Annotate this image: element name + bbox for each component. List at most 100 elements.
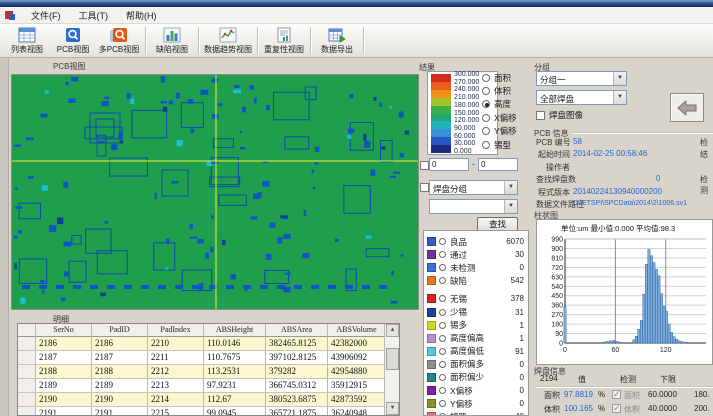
left-dock-strip[interactable] <box>0 58 9 416</box>
radio-icon[interactable] <box>439 309 446 316</box>
left-arrow-icon <box>676 100 698 116</box>
stat-item-通过[interactable]: 通过30 <box>424 248 528 261</box>
scrollbar-thumb[interactable] <box>386 348 399 370</box>
details-table-scrollbar[interactable]: ▲ ▼ <box>384 324 399 415</box>
radio-icon[interactable] <box>482 100 490 108</box>
stat-item-高度偏低[interactable]: 高度偏低91 <box>424 345 528 358</box>
stat-item-良品[interactable]: 良品6070 <box>424 235 528 248</box>
chevron-down-icon[interactable]: ▼ <box>613 72 626 85</box>
stat-item-X偏移[interactable]: X偏移0 <box>424 384 528 397</box>
stat-item-缺陷[interactable]: 缺陷542 <box>424 274 528 287</box>
table-row[interactable]: 219021902214112.67380523.687542873592 <box>18 393 384 407</box>
table-row[interactable]: 218721872211110.7675397102.812543906092 <box>18 351 384 365</box>
detect-checkbox[interactable] <box>612 390 621 399</box>
stat-item-未检测[interactable]: 未检测0 <box>424 261 528 274</box>
metric-option-高度[interactable]: 高度 <box>482 98 530 111</box>
radio-icon[interactable] <box>439 322 446 329</box>
stat-item-Y偏移[interactable]: Y偏移0 <box>424 397 528 410</box>
radio-icon[interactable] <box>439 387 446 394</box>
pcb-canvas[interactable] <box>11 74 419 310</box>
table-cell: 2211 <box>148 351 204 365</box>
radio-icon[interactable] <box>439 295 446 302</box>
range-from-input[interactable] <box>429 158 469 171</box>
details-table[interactable]: SerNoPadIDPadIndexABSHeightABSAreaABSVol… <box>17 323 400 416</box>
pads-dropdown-value: 全部焊盘 <box>540 93 574 105</box>
toolbar-button-trend-view[interactable]: 数据趋势视图 <box>202 25 254 57</box>
table-row[interactable]: 21892189221397.9231366745.031235912915 <box>18 379 384 393</box>
radio-icon[interactable] <box>439 361 446 368</box>
stat-item-锡多[interactable]: 锡多1 <box>424 319 528 332</box>
column-header-ABSVolume[interactable]: ABSVolume <box>328 324 384 337</box>
toolbar-button-multi-pcb-view[interactable]: 多PCB视图 <box>96 25 142 57</box>
radio-icon[interactable] <box>439 251 446 258</box>
stat-label: 良品 <box>450 236 467 248</box>
pads-dropdown[interactable]: 全部焊盘 ▼ <box>536 90 627 105</box>
radio-icon[interactable] <box>439 277 446 284</box>
scroll-up-icon[interactable]: ▲ <box>386 324 399 337</box>
chevron-down-icon[interactable]: ▼ <box>504 200 517 213</box>
metric-option-面积[interactable]: 面积 <box>482 71 530 84</box>
table-cell: 2213 <box>148 379 204 393</box>
scroll-down-icon[interactable]: ▼ <box>386 402 399 415</box>
group-dropdown[interactable]: 分组一 ▼ <box>536 71 627 86</box>
svg-text:0: 0 <box>563 347 567 354</box>
radio-icon[interactable] <box>482 141 490 149</box>
metric-option-体积[interactable]: 体积 <box>482 84 530 97</box>
detect-checkbox[interactable] <box>612 404 621 413</box>
svg-text:60: 60 <box>611 347 619 354</box>
toolbar-button-list-view[interactable]: 列表视图 <box>4 25 50 57</box>
radio-icon[interactable] <box>439 238 446 245</box>
stat-item-短路[interactable]: 短路40 <box>424 410 528 416</box>
column-header-SerNo[interactable]: SerNo <box>36 324 92 337</box>
toolbar-button-repeatability-view[interactable]: 重复性视图 <box>261 25 307 57</box>
menu-tools[interactable]: 工具(T) <box>70 7 118 24</box>
pad-image-checkbox[interactable] <box>536 111 545 120</box>
radio-icon[interactable] <box>482 74 490 82</box>
radio-icon[interactable] <box>439 400 446 407</box>
table-row[interactable]: 21912191221599.0945365721.187536240948 <box>18 407 384 415</box>
menu-help[interactable]: 帮助(H) <box>117 7 166 24</box>
table-cell: 2187 <box>36 351 92 365</box>
toolbar-button-defect-view[interactable]: 缺陷视图 <box>149 25 195 57</box>
sub-group-dropdown[interactable]: ▼ <box>429 199 518 214</box>
column-header-ABSArea[interactable]: ABSArea <box>266 324 328 337</box>
toolbar-button-pcb-view[interactable]: PCB视图 <box>50 25 96 57</box>
radio-icon[interactable] <box>439 264 446 271</box>
stat-item-面积偏多[interactable]: 面积偏多0 <box>424 358 528 371</box>
pad-group-dropdown[interactable]: 焊盘分组 ▼ <box>429 180 518 195</box>
table-row[interactable]: 218621862210110.0146382465.812542382000 <box>18 337 384 351</box>
chevron-down-icon[interactable]: ▼ <box>504 181 517 194</box>
pad-group-checkbox[interactable] <box>420 183 429 192</box>
range-filter-checkbox[interactable] <box>420 161 429 170</box>
toolbar-button-label: PCB视图 <box>57 44 89 55</box>
height-histogram: 单位:um 最小值:0.000 平均值:98.3 090180270360450… <box>536 219 713 365</box>
radio-icon[interactable] <box>439 374 446 381</box>
metric-option-X偏移[interactable]: X偏移 <box>482 111 530 124</box>
radio-icon[interactable] <box>482 127 490 135</box>
stat-label: 高度偏低 <box>450 345 484 357</box>
radio-icon[interactable] <box>439 348 446 355</box>
radio-icon[interactable] <box>482 87 490 95</box>
stat-item-高度偏高[interactable]: 高度偏高1 <box>424 332 528 345</box>
metric-option-Y偏移[interactable]: Y偏移 <box>482 125 530 138</box>
radio-icon[interactable] <box>482 114 490 122</box>
table-cell: 113.2531 <box>204 365 266 379</box>
toolbar-separator <box>257 27 258 54</box>
radio-icon[interactable] <box>439 335 446 342</box>
column-header-PadIndex[interactable]: PadIndex <box>148 324 204 337</box>
metric-label: 体积 <box>494 85 511 97</box>
chevron-down-icon[interactable]: ▼ <box>613 91 626 104</box>
back-arrow-button[interactable] <box>670 93 704 122</box>
metric-option-锡型[interactable]: 锡型 <box>482 138 530 151</box>
svg-text:120: 120 <box>660 347 672 354</box>
menu-file[interactable]: 文件(F) <box>22 7 70 24</box>
toolbar-button-data-export[interactable]: 数据导出 <box>314 25 360 57</box>
column-header-PadID[interactable]: PadID <box>92 324 148 337</box>
stat-item-无锡[interactable]: 无锡378 <box>424 292 528 305</box>
column-header-ABSHeight[interactable]: ABSHeight <box>204 324 266 337</box>
stat-item-少锡[interactable]: 少锡31 <box>424 305 528 318</box>
stat-item-面积偏少[interactable]: 面积偏少0 <box>424 371 528 384</box>
table-row[interactable]: 218821882212113.253137928242954880 <box>18 365 384 379</box>
application-window: 文件(F) 工具(T) 帮助(H) 列表视图 PCB视图多PCB视图缺陷视图数据趋… <box>0 0 713 416</box>
range-to-input[interactable] <box>478 158 518 171</box>
